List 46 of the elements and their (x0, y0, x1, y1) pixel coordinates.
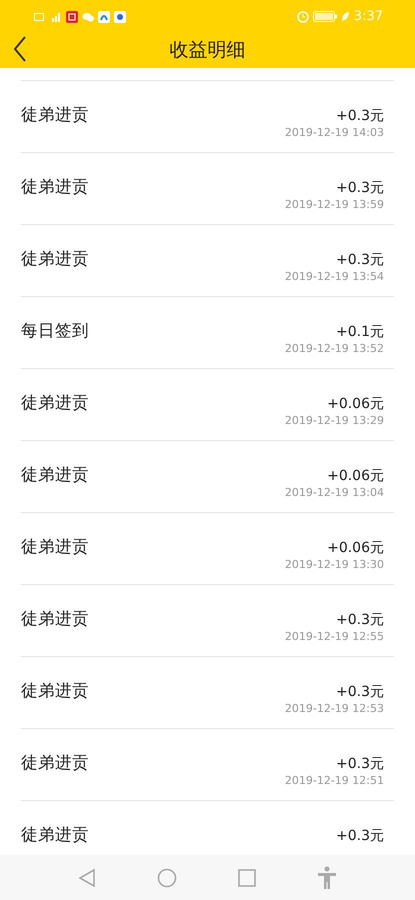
record-title: 徒弟进贡 (21, 251, 89, 270)
home-icon[interactable] (157, 868, 178, 888)
record-time: 2019-12-19 13:29 (284, 415, 384, 426)
leaf-icon (340, 11, 350, 22)
record-title: 徒弟进贡 (21, 683, 89, 702)
back-button[interactable] (12, 35, 28, 63)
record-time: 2019-12-19 13:54 (284, 271, 384, 282)
page-title: 收益明细 (170, 38, 246, 64)
record-amount: +0.3元 (336, 685, 384, 699)
app-icon (98, 10, 110, 22)
record-title: 徒弟进贡 (21, 539, 89, 558)
record-time: 2019-12-19 13:30 (284, 559, 384, 570)
chat-icon (82, 12, 94, 22)
record-title: 徒弟进贡 (21, 107, 89, 126)
record-time: 2019-12-19 13:59 (284, 199, 384, 210)
record-amount: +0.3元 (336, 613, 384, 627)
record-amount: +0.06元 (327, 541, 384, 555)
record-title: 徒弟进贡 (21, 827, 89, 846)
record-amount: +0.06元 (327, 397, 384, 411)
accessibility-icon[interactable] (316, 866, 337, 890)
record-title: 徒弟进贡 (21, 755, 89, 774)
record-time: 2019-12-19 12:55 (284, 631, 384, 642)
record-title: 徒弟进贡 (21, 467, 89, 486)
record-amount: +0.3元 (336, 109, 384, 123)
record-time: 2019-12-19 12:51 (284, 775, 384, 786)
record-title: 徒弟进贡 (21, 395, 89, 414)
app-icon (114, 10, 126, 22)
battery-icon (312, 11, 337, 22)
app-icon (66, 10, 78, 22)
recents-icon[interactable] (238, 868, 256, 886)
record-amount: +0.3元 (336, 253, 384, 267)
record-amount: +0.1元 (336, 325, 384, 339)
record-time: 2019-12-19 13:04 (284, 487, 384, 498)
record-amount: +0.3元 (336, 757, 384, 771)
back-icon[interactable] (78, 868, 96, 888)
record-time: 2019-12-19 13:52 (284, 343, 384, 354)
record-title: 徒弟进贡 (21, 611, 89, 630)
clock-time: 3:37 (354, 8, 383, 26)
record-amount: +0.06元 (327, 469, 384, 483)
record-amount: +0.3元 (336, 829, 384, 843)
record-amount: +0.3元 (336, 181, 384, 195)
record-time: 2019-12-19 12:53 (284, 703, 384, 714)
record-title: 每日签到 (21, 323, 89, 342)
alarm-icon (296, 10, 309, 22)
record-time: 2019-12-19 14:03 (284, 127, 384, 138)
record-title: 徒弟进贡 (21, 179, 89, 198)
